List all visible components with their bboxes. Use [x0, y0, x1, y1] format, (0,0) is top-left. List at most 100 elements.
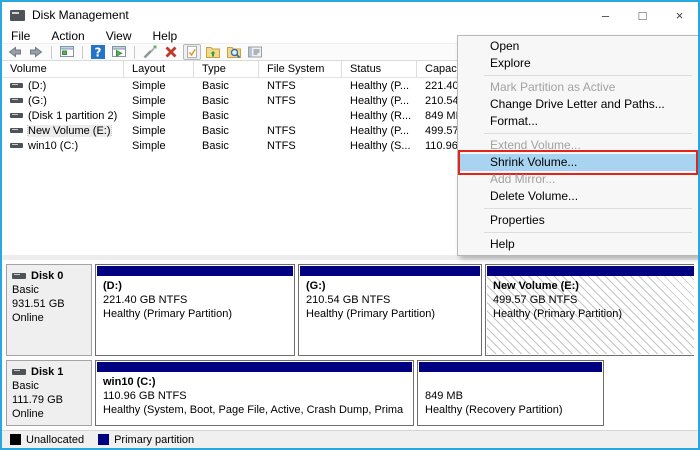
- volume-name: (G:): [28, 95, 47, 107]
- menubar-item-file[interactable]: File: [11, 29, 30, 43]
- cell-layout: Simple: [124, 125, 194, 137]
- menu-item-open[interactable]: Open: [458, 38, 698, 55]
- menu-separator: [484, 208, 692, 209]
- console-window-icon[interactable]: [58, 44, 76, 60]
- toolbar-separator: [134, 46, 135, 59]
- partitions-area: (D:)221.40 GB NTFSHealthy (Primary Parti…: [95, 264, 694, 356]
- console-action-icon[interactable]: [110, 44, 128, 60]
- titlebar: Disk Management – □ ×: [2, 2, 698, 28]
- menu-item-properties[interactable]: Properties: [458, 212, 698, 229]
- menu-item-extend-volume: Extend Volume...: [458, 137, 698, 154]
- legend-label: Unallocated: [26, 434, 84, 446]
- menu-item-change-drive-letter-and-paths[interactable]: Change Drive Letter and Paths...: [458, 96, 698, 113]
- partition-info: (G:)210.54 GB NTFSHealthy (Primary Parti…: [300, 276, 480, 354]
- menu-separator: [484, 75, 692, 76]
- cell-layout: Simple: [124, 140, 194, 152]
- disk-label-box[interactable]: Disk 1Basic111.79 GBOnline: [6, 360, 92, 426]
- partition-d[interactable]: (D:)221.40 GB NTFSHealthy (Primary Parti…: [95, 264, 295, 356]
- menubar-item-view[interactable]: View: [106, 29, 132, 43]
- disk-size: 111.79 GB: [12, 393, 86, 407]
- partition-info: (D:)221.40 GB NTFSHealthy (Primary Parti…: [97, 276, 293, 354]
- disk-drive-icon: [12, 369, 26, 375]
- svg-text:?: ?: [95, 46, 102, 60]
- column-header-volume[interactable]: Volume: [2, 61, 124, 77]
- menu-item-mark-partition-as-active: Mark Partition as Active: [458, 79, 698, 96]
- partition-status: Healthy (System, Boot, Page File, Active…: [103, 403, 406, 417]
- menubar-item-help[interactable]: Help: [153, 29, 178, 43]
- disk-label-box[interactable]: Disk 0Basic931.51 GBOnline: [6, 264, 92, 356]
- close-icon[interactable]: ×: [661, 2, 698, 28]
- partition-color-strip: [487, 266, 694, 276]
- disk-row-disk-0: Disk 0Basic931.51 GBOnline(D:)221.40 GB …: [6, 264, 694, 356]
- checklist-icon[interactable]: [183, 44, 201, 60]
- partition-recovery[interactable]: 849 MBHealthy (Recovery Partition): [417, 360, 604, 426]
- legend-swatch-icon: [98, 434, 109, 445]
- back-icon[interactable]: [6, 44, 24, 60]
- cell-layout: Simple: [124, 80, 194, 92]
- menu-item-shrink-volume[interactable]: Shrink Volume...: [458, 154, 698, 171]
- legend-unallocated: Unallocated: [10, 434, 84, 446]
- maximize-icon[interactable]: □: [624, 2, 661, 28]
- column-header-layout[interactable]: Layout: [124, 61, 194, 77]
- menu-separator: [484, 232, 692, 233]
- partition-new-volume-e[interactable]: New Volume (E:)499.57 GB NTFSHealthy (Pr…: [485, 264, 694, 356]
- column-header-file-system[interactable]: File System: [259, 61, 342, 77]
- partition-size: 221.40 GB NTFS: [103, 293, 287, 307]
- volume-name: New Volume (E:): [28, 125, 111, 137]
- partition-g[interactable]: (G:)210.54 GB NTFSHealthy (Primary Parti…: [298, 264, 482, 356]
- volume-name: (D:): [28, 80, 46, 92]
- partition-name: win10 (C:): [103, 375, 406, 389]
- legend-swatch-icon: [10, 434, 21, 445]
- column-header-status[interactable]: Status: [342, 61, 417, 77]
- disk-type: Basic: [12, 379, 86, 393]
- partition-color-strip: [97, 266, 293, 276]
- folder-search-icon[interactable]: [225, 44, 243, 60]
- partition-name: (D:): [103, 279, 287, 293]
- volume-name: (Disk 1 partition 2): [28, 110, 117, 122]
- context-menu: OpenExplore Mark Partition as ActiveChang…: [457, 35, 699, 256]
- minimize-icon[interactable]: –: [587, 2, 624, 28]
- menu-item-help[interactable]: Help: [458, 236, 698, 253]
- disk-name: Disk 0: [12, 269, 86, 283]
- cell-type: Basic: [194, 110, 259, 122]
- partition-name: [425, 375, 596, 389]
- volume-drive-icon: [10, 98, 23, 103]
- screwdriver-icon[interactable]: [141, 44, 159, 60]
- partition-win10-c[interactable]: win10 (C:)110.96 GB NTFSHealthy (System,…: [95, 360, 414, 426]
- properties-icon[interactable]: [246, 44, 264, 60]
- cell-status: Healthy (P...: [342, 125, 417, 137]
- forward-icon[interactable]: [27, 44, 45, 60]
- cell-volume: (D:): [2, 80, 124, 92]
- partition-size: 499.57 GB NTFS: [493, 293, 689, 307]
- menu-item-explore[interactable]: Explore: [458, 55, 698, 72]
- window-title: Disk Management: [32, 8, 129, 22]
- menu-item-add-mirror: Add Mirror...: [458, 171, 698, 188]
- partition-name: New Volume (E:): [493, 279, 689, 293]
- column-header-type[interactable]: Type: [194, 61, 259, 77]
- disk-row-disk-1: Disk 1Basic111.79 GBOnlinewin10 (C:)110.…: [6, 360, 694, 426]
- cell-type: Basic: [194, 125, 259, 137]
- partition-color-strip: [300, 266, 480, 276]
- menu-item-format[interactable]: Format...: [458, 113, 698, 130]
- cell-status: Healthy (P...: [342, 95, 417, 107]
- toolbar-separator: [82, 46, 83, 59]
- disk-status: Online: [12, 311, 86, 325]
- partition-info: win10 (C:)110.96 GB NTFSHealthy (System,…: [97, 372, 412, 424]
- partition-status: Healthy (Primary Partition): [306, 307, 474, 321]
- partition-color-strip: [419, 362, 602, 372]
- disk-name: Disk 1: [12, 365, 86, 379]
- menubar-item-action[interactable]: Action: [51, 29, 84, 43]
- partition-color-strip: [97, 362, 412, 372]
- folder-up-icon[interactable]: [204, 44, 222, 60]
- partition-status: Healthy (Primary Partition): [493, 307, 689, 321]
- legend-primary-partition: Primary partition: [98, 434, 194, 446]
- partition-status: Healthy (Primary Partition): [103, 307, 287, 321]
- menu-item-delete-volume[interactable]: Delete Volume...: [458, 188, 698, 205]
- volume-name: win10 (C:): [28, 140, 78, 152]
- delete-x-icon[interactable]: [162, 44, 180, 60]
- toolbar-separator: [51, 46, 52, 59]
- volume-drive-icon: [10, 113, 23, 118]
- help-icon[interactable]: ?: [89, 44, 107, 60]
- volume-drive-icon: [10, 143, 23, 148]
- partition-info: 849 MBHealthy (Recovery Partition): [419, 372, 602, 424]
